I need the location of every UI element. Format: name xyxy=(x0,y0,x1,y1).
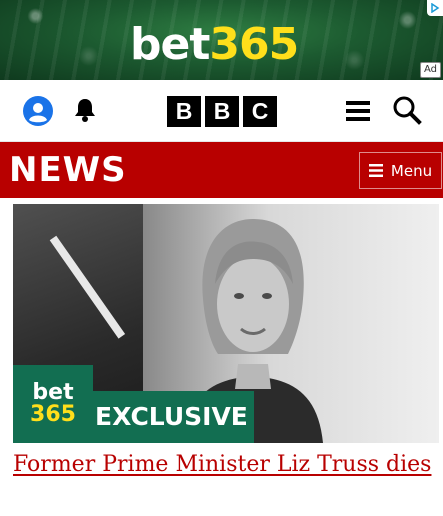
menu-icon[interactable] xyxy=(346,100,370,122)
article-hero-image[interactable]: bet 365 EXCLUSIVE xyxy=(13,204,439,443)
badge-logo: bet 365 xyxy=(13,365,93,443)
bbc-logo-letter: B xyxy=(167,96,201,127)
bell-icon[interactable] xyxy=(71,96,99,124)
bbc-logo-letter: B xyxy=(205,96,239,127)
ad-choices-icon[interactable] xyxy=(427,0,443,16)
badge-label: EXCLUSIVE xyxy=(93,391,254,443)
ad-logo[interactable]: bet365 xyxy=(130,19,299,70)
account-icon[interactable] xyxy=(23,96,53,126)
ad-banner[interactable]: bet365 Ad xyxy=(0,0,443,80)
ad-label: Ad xyxy=(419,62,441,78)
badge-logo-bet: bet xyxy=(32,380,74,405)
bbc-header: B B C xyxy=(0,80,443,142)
article-headline-link[interactable]: Former Prime Minister Liz Truss dies xyxy=(13,451,433,479)
news-menu-button[interactable]: Menu xyxy=(359,152,442,189)
bbc-logo[interactable]: B B C xyxy=(167,96,277,127)
menu-icon xyxy=(368,164,383,177)
news-section-bar: NEWS Menu xyxy=(0,142,443,198)
exclusive-badge: bet 365 EXCLUSIVE xyxy=(13,365,254,443)
bbc-logo-letter: C xyxy=(243,96,277,127)
badge-logo-365: 365 xyxy=(30,402,76,427)
search-icon[interactable] xyxy=(392,95,422,125)
news-section-title[interactable]: NEWS xyxy=(9,150,127,190)
ad-logo-365: 365 xyxy=(209,19,299,70)
news-menu-label: Menu xyxy=(390,161,433,180)
ad-logo-bet: bet xyxy=(130,19,210,70)
